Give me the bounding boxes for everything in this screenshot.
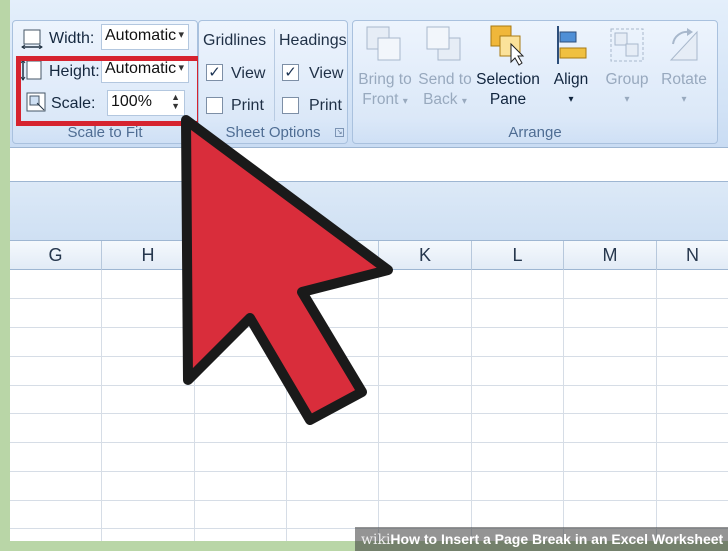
wikihow-caption: wikiHow to Insert a Page Break in an Exc… (355, 527, 728, 551)
mouse-cursor-icon (181, 115, 393, 425)
wiki-text: wiki (361, 532, 391, 548)
how-text: How (390, 531, 420, 547)
caption-title: to Insert a Page Break in an Excel Works… (419, 531, 724, 547)
excel-window: Width: Automatic ▾ Height: Automatic ▾ S… (10, 0, 728, 541)
